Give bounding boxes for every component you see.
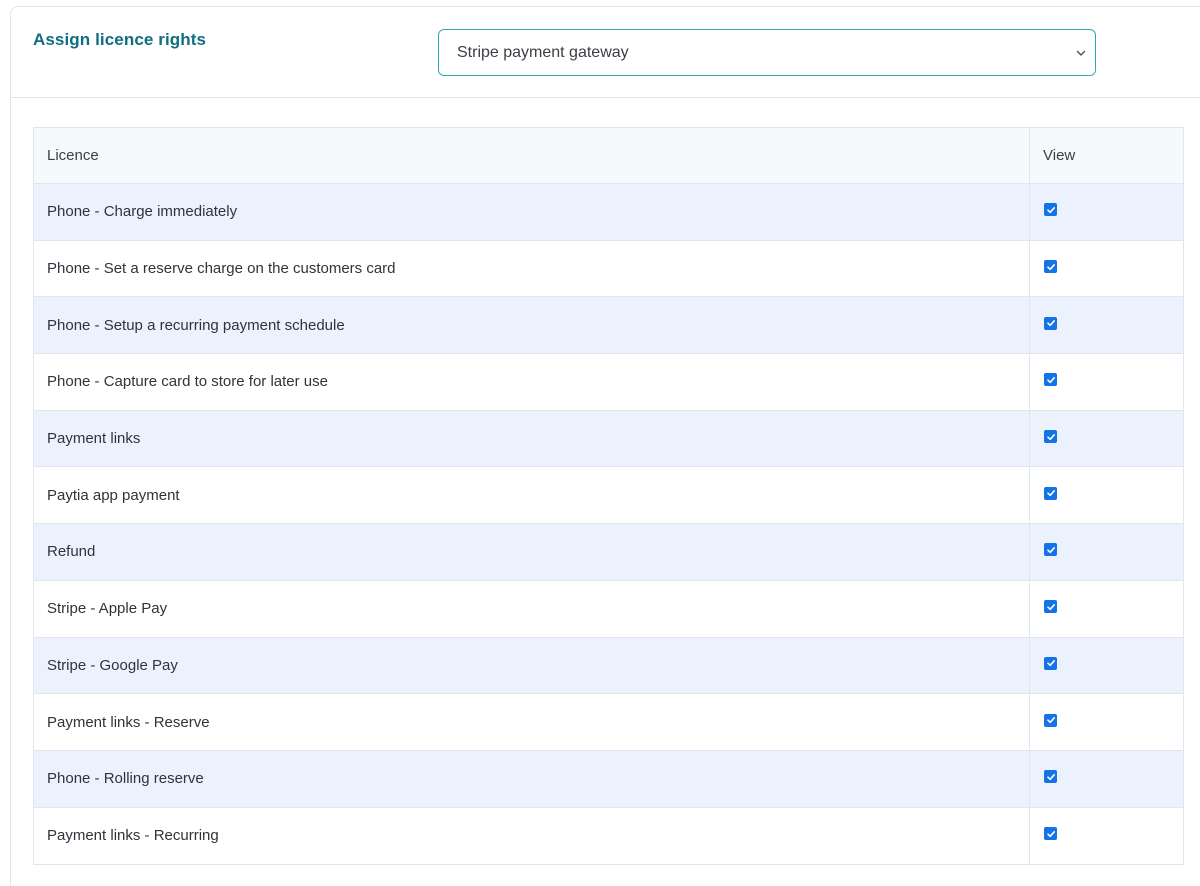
card-header: Assign licence rights Stripe payment gat… xyxy=(11,7,1200,98)
licence-name: Phone - Capture card to store for later … xyxy=(34,354,1030,410)
view-cell xyxy=(1030,638,1183,694)
table-row: Payment links - Recurring xyxy=(34,807,1183,865)
table-row: Phone - Capture card to store for later … xyxy=(34,354,1183,411)
licence-name: Payment links - Recurring xyxy=(34,807,1030,865)
view-checkbox[interactable] xyxy=(1044,316,1057,330)
table-row: Phone - Rolling reserve xyxy=(34,750,1183,808)
licence-name: Paytia app payment xyxy=(34,467,1030,524)
view-cell xyxy=(1030,354,1183,410)
view-cell xyxy=(1030,581,1183,637)
view-cell xyxy=(1030,241,1183,297)
table-row: Phone - Charge immediately xyxy=(34,184,1183,241)
licence-name: Stripe - Apple Pay xyxy=(34,580,1030,637)
licence-table: Licence View Phone - Charge immediately P… xyxy=(33,127,1184,866)
checkmark-icon xyxy=(1046,206,1055,213)
licence-name: Payment links - Reserve xyxy=(34,694,1030,750)
licence-rights-card: Assign licence rights Stripe payment gat… xyxy=(10,6,1200,886)
checkmark-icon xyxy=(1046,717,1055,724)
table-row: Phone - Setup a recurring payment schedu… xyxy=(34,297,1183,355)
licence-name: Phone - Rolling reserve xyxy=(34,750,1030,807)
checkmark-icon xyxy=(1046,490,1055,497)
checkmark-icon xyxy=(1046,603,1055,610)
table-row: Phone - Set a reserve charge on the cust… xyxy=(34,240,1183,298)
table-row: Payment links - Reserve xyxy=(34,694,1183,751)
checkmark-icon xyxy=(1046,263,1055,270)
licence-name: Refund xyxy=(34,524,1030,580)
checkmark-icon xyxy=(1046,433,1055,440)
view-checkbox[interactable] xyxy=(1044,600,1057,614)
table-header-row: Licence View xyxy=(34,128,1183,184)
licence-name: Payment links xyxy=(34,410,1030,467)
view-cell xyxy=(1030,297,1183,353)
view-checkbox[interactable] xyxy=(1044,260,1057,274)
view-cell xyxy=(1030,751,1183,807)
licence-name: Stripe - Google Pay xyxy=(34,637,1030,694)
view-cell xyxy=(1030,467,1183,523)
licence-name: Phone - Set a reserve charge on the cust… xyxy=(34,240,1030,297)
checkmark-icon xyxy=(1046,660,1055,667)
checkmark-icon xyxy=(1046,773,1055,780)
view-checkbox[interactable] xyxy=(1044,827,1057,841)
table-row: Stripe - Google Pay xyxy=(34,637,1183,695)
view-checkbox[interactable] xyxy=(1044,486,1057,500)
view-checkbox[interactable] xyxy=(1044,430,1057,444)
view-checkbox[interactable] xyxy=(1044,656,1057,670)
column-header-view: View xyxy=(1043,147,1076,164)
view-cell xyxy=(1030,411,1183,467)
column-header-licence: Licence xyxy=(34,128,1030,183)
checkmark-icon xyxy=(1046,546,1055,554)
chevron-down-icon xyxy=(1076,50,1086,56)
view-cell xyxy=(1030,524,1183,580)
licence-name: Phone - Charge immediately xyxy=(34,184,1030,240)
table-row: Paytia app payment xyxy=(34,467,1183,525)
view-checkbox[interactable] xyxy=(1044,203,1057,217)
checkmark-icon xyxy=(1046,830,1055,838)
checkmark-icon xyxy=(1046,320,1055,327)
licence-name: Phone - Setup a recurring payment schedu… xyxy=(34,297,1030,354)
checkmark-icon xyxy=(1046,376,1055,384)
view-checkbox[interactable] xyxy=(1044,543,1057,557)
table-row: Stripe - Apple Pay xyxy=(34,580,1183,638)
payment-gateway-selected-value: Stripe payment gateway xyxy=(457,43,629,61)
view-checkbox[interactable] xyxy=(1044,373,1057,387)
view-checkbox[interactable] xyxy=(1044,770,1057,784)
payment-gateway-select[interactable]: Stripe payment gateway xyxy=(438,29,1096,76)
view-cell xyxy=(1030,694,1183,750)
table-row: Refund xyxy=(34,524,1183,581)
view-checkbox[interactable] xyxy=(1044,713,1057,727)
view-cell xyxy=(1030,808,1183,865)
page-title: Assign licence rights xyxy=(33,30,207,49)
table-row: Payment links xyxy=(34,410,1183,468)
view-cell xyxy=(1030,184,1183,240)
